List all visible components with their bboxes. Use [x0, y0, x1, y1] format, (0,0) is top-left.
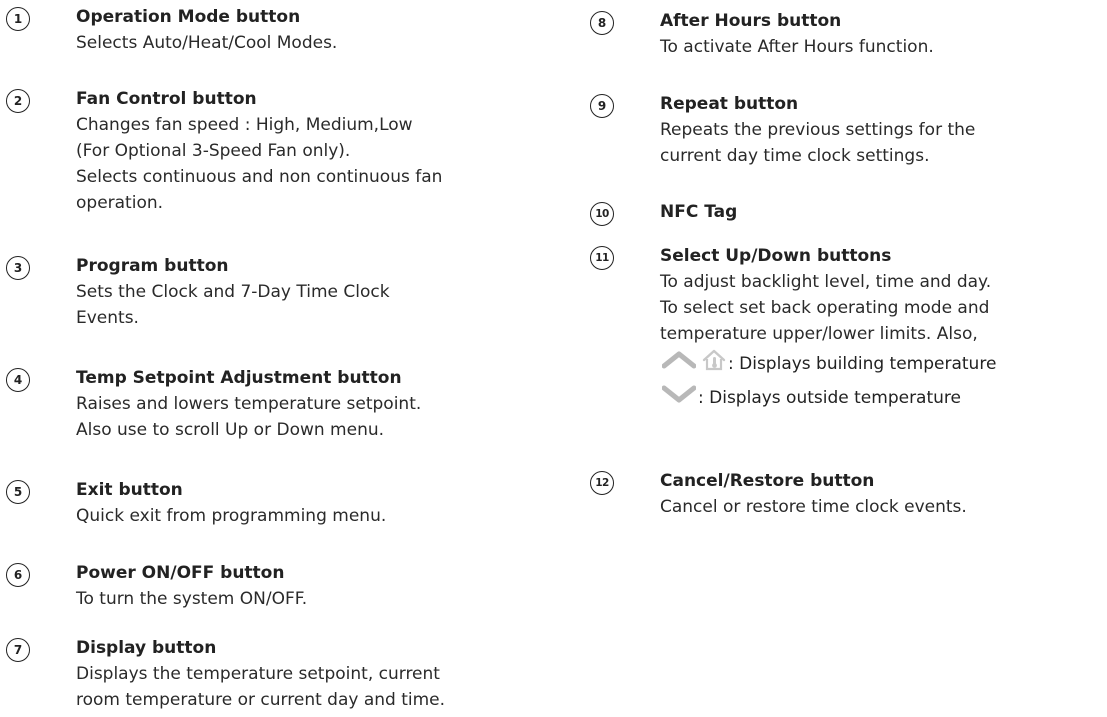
icon-desc: : Displays building temperature — [728, 354, 997, 374]
number-badge: 5 — [6, 480, 30, 504]
item-desc: current day time clock settings. — [660, 146, 930, 166]
item-title: Repeat button — [660, 94, 799, 114]
item-desc: Displays the temperature setpoint, curre… — [76, 664, 440, 684]
number-badge: 4 — [6, 368, 30, 392]
item-title: Fan Control button — [76, 89, 257, 109]
item-desc: Selects Auto/Heat/Cool Modes. — [76, 33, 338, 53]
item-title: Select Up/Down buttons — [660, 246, 892, 266]
number-badge: 10 — [590, 202, 614, 226]
item-desc: room temperature or current day and time… — [76, 690, 446, 710]
item-title: Operation Mode button — [76, 7, 301, 27]
item-desc: Cancel or restore time clock events. — [660, 497, 967, 517]
item-title: NFC Tag — [660, 202, 738, 222]
number-badge: 8 — [590, 11, 614, 35]
item-desc: Selects continuous and non continuous fa… — [76, 167, 443, 187]
number-badge: 7 — [6, 638, 30, 662]
item-desc: Raises and lowers temperature setpoint. — [76, 394, 422, 414]
item-desc: Also use to scroll Up or Down menu. — [76, 420, 385, 440]
item-desc: operation. — [76, 193, 164, 213]
item-desc: To activate After Hours function. — [660, 37, 934, 57]
item-desc: To select set back operating mode and — [660, 298, 990, 318]
icon-desc: : Displays outside temperature — [698, 388, 961, 408]
outside-temp-line: : Displays outside temperature — [660, 381, 1100, 415]
item-desc: temperature upper/lower limits. Also, — [660, 324, 978, 344]
building-temp-line: : Displays building temperature — [660, 347, 1100, 381]
item-desc: Repeats the previous settings for the — [660, 120, 976, 140]
item-title: After Hours button — [660, 11, 842, 31]
item-title: Cancel/Restore button — [660, 471, 875, 491]
item-desc: Changes fan speed : High, Medium,Low — [76, 115, 413, 135]
item-desc: Sets the Clock and 7-Day Time Clock — [76, 282, 390, 302]
item-title: Display button — [76, 638, 217, 658]
number-badge: 6 — [6, 563, 30, 587]
item-title: Power ON/OFF button — [76, 563, 285, 583]
house-thermometer-icon — [702, 348, 726, 380]
item-desc: Events. — [76, 308, 139, 328]
item-title: Exit button — [76, 480, 183, 500]
number-badge: 9 — [590, 94, 614, 118]
number-badge: 11 — [590, 246, 614, 270]
number-badge: 3 — [6, 256, 30, 280]
number-badge: 12 — [590, 471, 614, 495]
item-desc: (For Optional 3-Speed Fan only). — [76, 141, 351, 161]
chevron-down-icon — [661, 385, 697, 411]
item-title: Temp Setpoint Adjustment button — [76, 368, 402, 388]
item-title: Program button — [76, 256, 229, 276]
number-badge: 2 — [6, 89, 30, 113]
item-desc: Quick exit from programming menu. — [76, 506, 387, 526]
chevron-up-icon — [661, 351, 697, 377]
item-desc: To adjust backlight level, time and day. — [660, 272, 992, 292]
item-desc: To turn the system ON/OFF. — [76, 589, 308, 609]
number-badge: 1 — [6, 7, 30, 31]
